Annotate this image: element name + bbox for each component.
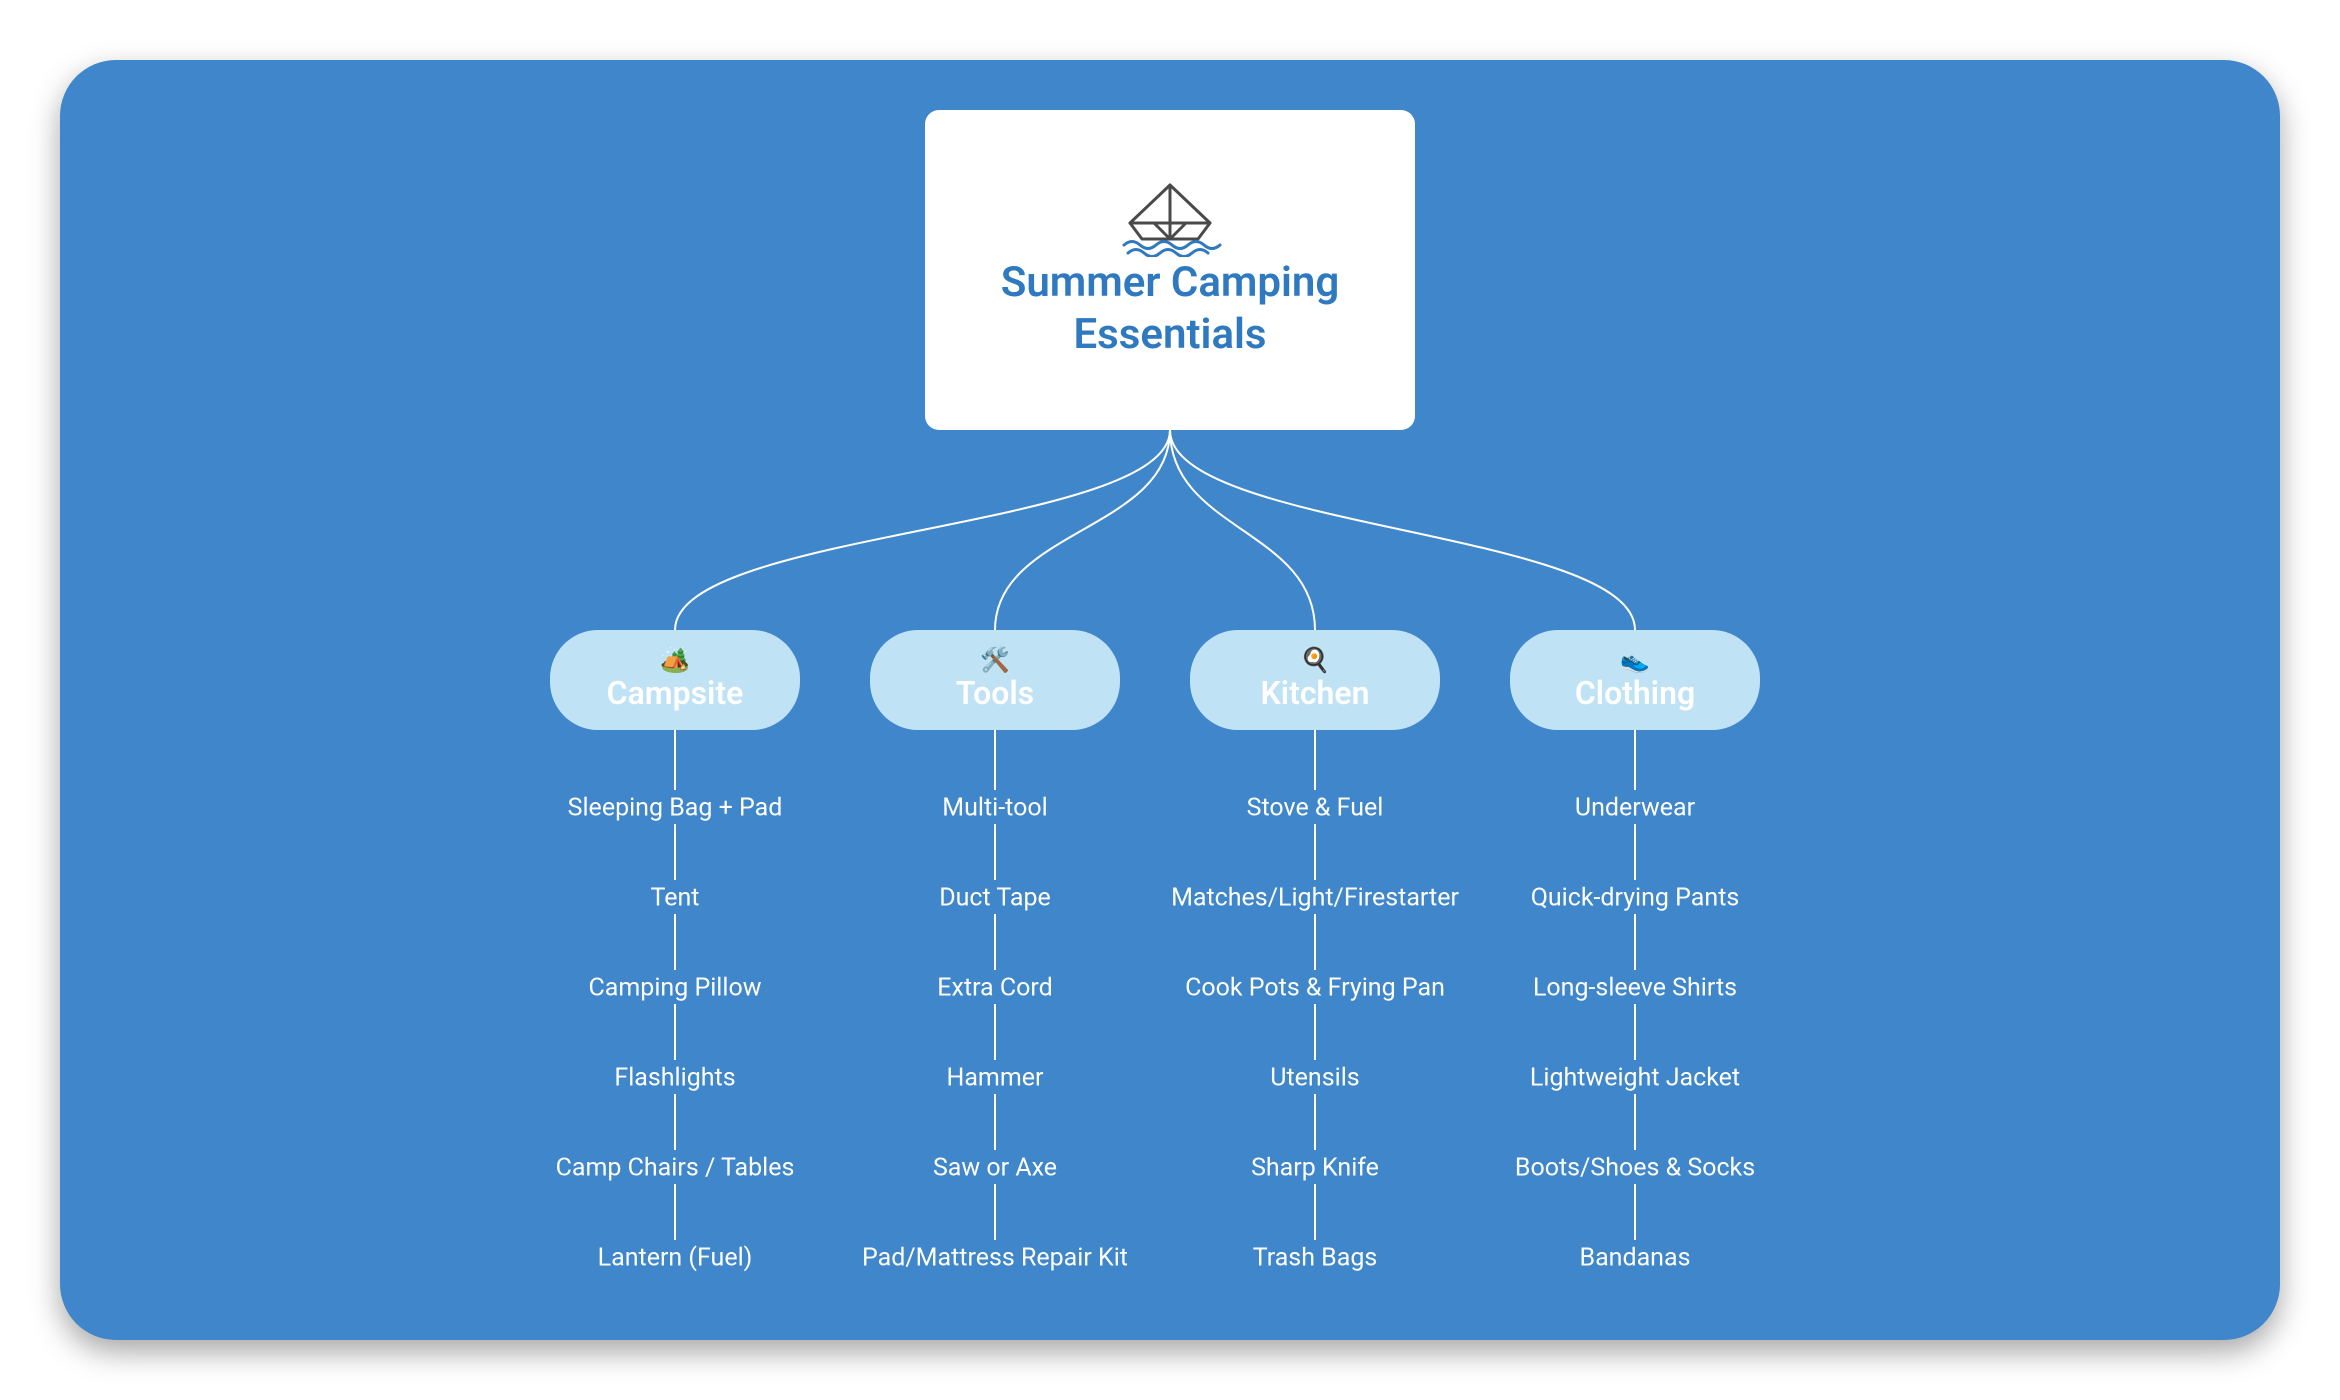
connector-root-to-clothing	[1170, 430, 1635, 630]
item-node[interactable]: Saw or Axe	[933, 1154, 1057, 1183]
root-node[interactable]: Summer Camping Essentials	[925, 110, 1415, 430]
kitchen-icon: 🍳	[1300, 648, 1330, 672]
item-node[interactable]: Boots/Shoes & Socks	[1515, 1154, 1755, 1183]
category-label: Tools	[956, 674, 1034, 712]
item-node[interactable]: Multi-tool	[942, 794, 1047, 823]
diagram-card: Summer Camping Essentials 🏕️Campsite Slee…	[60, 60, 2280, 1340]
tools-icon: 🛠️	[980, 648, 1010, 672]
item-node[interactable]: Utensils	[1270, 1064, 1359, 1093]
category-node-campsite[interactable]: 🏕️Campsite	[550, 630, 800, 730]
root-title: Summer Camping Essentials	[945, 257, 1395, 362]
category-node-tools[interactable]: 🛠️Tools	[870, 630, 1120, 730]
category-label: Campsite	[607, 674, 744, 712]
item-node[interactable]: Quick-drying Pants	[1531, 884, 1740, 913]
item-node[interactable]: Extra Cord	[937, 974, 1052, 1003]
item-node[interactable]: Matches/Light/Firestarter	[1171, 884, 1459, 913]
connector-root-to-campsite	[675, 430, 1170, 630]
item-node[interactable]: Lightweight Jacket	[1530, 1064, 1740, 1093]
category-label: Clothing	[1575, 674, 1695, 712]
item-node[interactable]: Stove & Fuel	[1247, 794, 1384, 823]
item-node[interactable]: Sharp Knife	[1251, 1154, 1379, 1183]
item-node[interactable]: Duct Tape	[939, 884, 1051, 913]
category-node-clothing[interactable]: 👟Clothing	[1510, 630, 1760, 730]
item-node[interactable]: Bandanas	[1580, 1244, 1691, 1273]
item-node[interactable]: Camp Chairs / Tables	[556, 1154, 795, 1183]
item-node[interactable]: Tent	[651, 884, 700, 913]
category-node-kitchen[interactable]: 🍳Kitchen	[1190, 630, 1440, 730]
connector-root-to-tools	[995, 430, 1170, 630]
item-node[interactable]: Camping Pillow	[588, 974, 761, 1003]
boat-icon	[1110, 179, 1230, 257]
item-node[interactable]: Pad/Mattress Repair Kit	[862, 1244, 1128, 1273]
item-node[interactable]: Cook Pots & Frying Pan	[1185, 974, 1445, 1003]
item-node[interactable]: Lantern (Fuel)	[598, 1244, 753, 1273]
item-node[interactable]: Flashlights	[614, 1064, 735, 1093]
item-node[interactable]: Hammer	[946, 1064, 1043, 1093]
campsite-icon: 🏕️	[660, 648, 690, 672]
category-label: Kitchen	[1261, 674, 1370, 712]
item-node[interactable]: Trash Bags	[1253, 1244, 1378, 1273]
page: Summer Camping Essentials 🏕️Campsite Slee…	[0, 0, 2340, 1400]
item-node[interactable]: Underwear	[1575, 794, 1695, 823]
item-node[interactable]: Long-sleeve Shirts	[1533, 974, 1737, 1003]
connector-root-to-kitchen	[1170, 430, 1315, 630]
clothing-icon: 👟	[1620, 648, 1650, 672]
item-node[interactable]: Sleeping Bag + Pad	[568, 794, 783, 823]
